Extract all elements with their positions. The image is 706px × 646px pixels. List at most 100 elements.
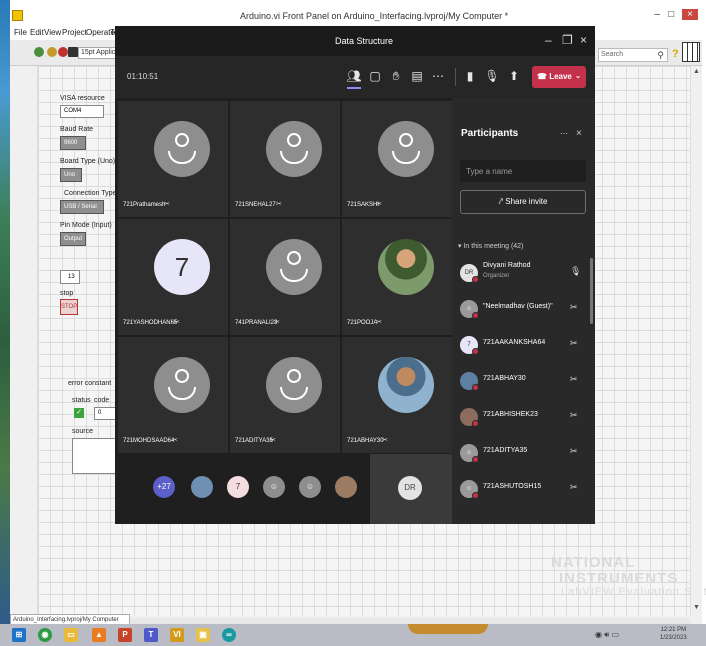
file-explorer-icon[interactable]: ▭ (64, 628, 78, 642)
reactions-icon[interactable]: ✋︎ (387, 67, 405, 85)
video-tile[interactable]: 741PRANALI23 ✂ (230, 219, 340, 335)
teams-close-icon[interactable]: × (580, 33, 587, 47)
strip-initials-avatar[interactable]: 7 (227, 476, 249, 498)
pause-icon[interactable] (68, 47, 78, 57)
run-continuous-icon[interactable] (47, 47, 57, 57)
rooms-icon[interactable]: ▤ (408, 67, 426, 85)
in-meeting-header[interactable]: ▾ In this meeting (42) (458, 242, 523, 250)
self-avatar: DR (398, 476, 422, 500)
strip-default-avatar-icon[interactable]: ☺ (299, 476, 321, 498)
video-tile[interactable]: 7 721YASHODHAN65 ✂ (118, 219, 228, 335)
default-avatar-icon (154, 357, 210, 413)
video-tile[interactable]: 721Prathamesh ✂ (118, 101, 228, 217)
taskbar-clock[interactable]: 12:21 PM 1/23/2023 (660, 626, 687, 642)
status-check-icon[interactable]: ✓ (74, 408, 84, 418)
participants-scrollbar[interactable] (590, 258, 593, 324)
participant-row[interactable]: ☺ "Neelmadhav (Guest)" ✂ (452, 292, 590, 328)
participant-row[interactable]: DR Divyani Rathod Organizer 🎙︎ (452, 256, 590, 292)
teams-restore-icon[interactable]: ❐ (562, 33, 573, 47)
camera-off-icon[interactable]: ▮ (461, 67, 479, 85)
maximize-icon[interactable]: □ (668, 9, 674, 20)
video-tile[interactable]: 721ADITYA35 ✂ (230, 337, 340, 453)
participant-row[interactable]: 721ABHISHEK23 ✂ (452, 400, 590, 436)
microphone-icon[interactable]: 🎙︎ (483, 67, 501, 85)
chevron-down-icon[interactable]: ⌄ (575, 66, 581, 88)
labview-search-input[interactable]: Search ⚲ (598, 48, 668, 62)
presence-dot (472, 276, 479, 283)
ni-logo-line1: NATIONAL (551, 554, 636, 571)
share-invite-button[interactable]: ⤤ Share invite (460, 190, 586, 214)
people-icon[interactable]: 👥︎ (345, 67, 363, 85)
ni-logo-line2: INSTRUMENTS (559, 570, 679, 587)
participant-row[interactable]: 721ABHAY30 ✂ (452, 364, 590, 400)
pin-mode-control[interactable]: Output (60, 232, 86, 246)
video-tile[interactable]: 721POOJA ✂ (342, 219, 452, 335)
labview-vertical-scrollbar[interactable]: ▲ ▼ (690, 66, 702, 616)
self-view-tile[interactable]: DR (370, 454, 452, 524)
board-type-control[interactable]: Uno (60, 168, 82, 182)
close-panel-icon[interactable]: × (576, 128, 582, 139)
battery-icon[interactable]: ▭ (612, 630, 620, 639)
run-arrow-icon[interactable] (34, 47, 44, 57)
teams-icon[interactable]: T (144, 628, 158, 642)
video-tile[interactable]: 721SAKSHI ✂ (342, 101, 452, 217)
menu-edit[interactable]: Edit (30, 28, 44, 37)
participant-search-input[interactable] (460, 160, 586, 182)
overflow-count-button[interactable]: +27 (153, 476, 175, 498)
stop-button[interactable]: STOP (60, 299, 78, 315)
system-tray[interactable]: ◉ 🔊︎ ▭ (595, 630, 619, 640)
connection-type-control[interactable]: USB / Serial (60, 200, 104, 214)
pin-number-control[interactable]: 13 (60, 270, 80, 284)
participant-name: "Neelmadhav (Guest)" (483, 303, 553, 310)
windows-start-icon[interactable]: ⊞ (12, 628, 26, 642)
participant-row[interactable]: ☺ 721ASHUTOSH15 ✂ (452, 472, 590, 508)
strip-default-avatar-icon[interactable]: ☺ (263, 476, 285, 498)
close-icon[interactable]: × (682, 9, 698, 20)
chat-icon[interactable]: ▢ (366, 67, 384, 85)
participant-row[interactable]: 7 721AAKANKSHA64 ✂ (452, 328, 590, 364)
video-tile[interactable]: 721MOHDSAAD64 ✂ (118, 337, 228, 453)
presence-dot (472, 492, 479, 499)
baud-rate-control[interactable]: 9600 (60, 136, 86, 150)
chrome-icon[interactable]: ◉ (38, 628, 52, 642)
stop-label: stop (60, 290, 74, 297)
connector-pane-icon[interactable] (682, 42, 700, 62)
mic-muted-icon: ✂ (376, 319, 382, 326)
menu-view[interactable]: View (44, 28, 61, 37)
abort-icon[interactable] (58, 47, 68, 57)
phone-icon: ☎ (537, 72, 550, 81)
visa-resource-select[interactable]: COM4 (60, 105, 104, 118)
share-screen-icon[interactable]: ⬆ (505, 67, 523, 85)
video-grid: 721Prathamesh ✂ 721SNEHAL27 ✂ 721SAKSHI … (115, 98, 452, 454)
more-actions-icon[interactable]: ⋯ (429, 67, 447, 85)
scroll-down-icon[interactable]: ▼ (693, 604, 700, 611)
video-tile[interactable]: 721SNEHAL27 ✂ (230, 101, 340, 217)
strip-photo-avatar[interactable] (335, 476, 357, 498)
tile-name: 721ABHAY30 (347, 438, 384, 444)
help-icon[interactable]: ? (672, 48, 679, 60)
strip-photo-avatar[interactable] (191, 476, 213, 498)
mic-muted-icon: ✂ (570, 446, 578, 456)
leave-button[interactable]: ☎ Leave ⌄ (532, 66, 586, 88)
arduino-icon[interactable]: ∞ (222, 628, 236, 642)
powerpoint-icon[interactable]: P (118, 628, 132, 642)
volume-icon[interactable]: 🔊︎ (604, 630, 609, 639)
menu-project[interactable]: Project (62, 28, 87, 37)
taskbar-decoration (408, 624, 488, 634)
teams-minimize-icon[interactable]: – (545, 33, 552, 47)
photos-icon[interactable]: ▣ (196, 628, 210, 642)
more-options-icon[interactable]: ⋯ (560, 129, 568, 138)
labview-icon[interactable]: VI (170, 628, 184, 642)
video-tile[interactable]: 721ABHAY30 ✂ (342, 337, 452, 453)
font-selector[interactable]: 15pt Application (78, 47, 118, 59)
minimize-icon[interactable]: – (655, 9, 661, 20)
participant-row[interactable]: ☺ 721ADITYA35 ✂ (452, 436, 590, 472)
status-label: status (72, 397, 91, 404)
pin-mode-label: Pin Mode (Input) (60, 222, 112, 229)
scroll-up-icon[interactable]: ▲ (693, 68, 700, 75)
tile-name: 721SNEHAL27 (235, 202, 276, 208)
network-icon[interactable]: ◉ (595, 630, 602, 639)
menu-file[interactable]: File (14, 28, 27, 37)
search-icon[interactable]: ⚲ (657, 49, 664, 61)
vlc-icon[interactable]: ▲ (92, 628, 106, 642)
